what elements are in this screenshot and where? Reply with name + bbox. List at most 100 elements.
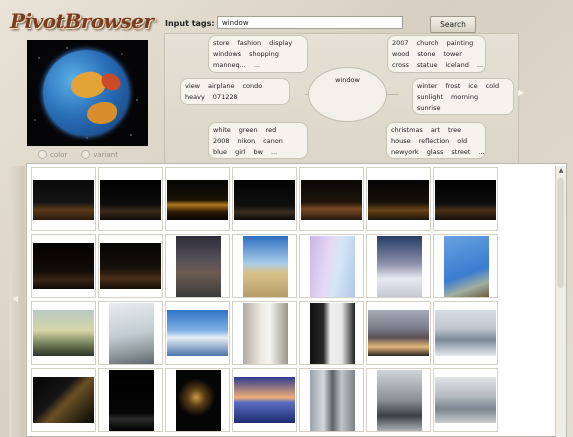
search-button[interactable]: Search bbox=[430, 16, 476, 33]
tag-link[interactable]: white bbox=[213, 126, 231, 134]
tag-link[interactable]: church bbox=[417, 39, 439, 47]
tag-link[interactable]: old bbox=[457, 137, 467, 145]
tag-link[interactable]: fashion bbox=[237, 39, 261, 47]
tag-link[interactable]: reflection bbox=[419, 137, 450, 145]
tags-input[interactable] bbox=[217, 16, 403, 29]
grid-thumbnail[interactable] bbox=[299, 301, 364, 365]
tag-group-top-left: store fashion display windows shopping manneq… bbox=[208, 35, 308, 73]
grid-thumbnail[interactable] bbox=[366, 234, 431, 298]
tag-link[interactable]: painting bbox=[447, 39, 474, 47]
tag-link[interactable]: manneq... bbox=[213, 61, 246, 69]
grid-thumbnail[interactable] bbox=[366, 301, 431, 365]
preview-image[interactable] bbox=[27, 40, 148, 146]
grid-thumbnail[interactable] bbox=[232, 368, 297, 432]
grid-thumbnail[interactable] bbox=[299, 234, 364, 298]
grid-thumbnail[interactable] bbox=[31, 167, 96, 231]
tag-link[interactable]: red bbox=[266, 126, 277, 134]
tag-link[interactable]: 2008 bbox=[213, 137, 230, 145]
tag-link[interactable]: sunrise bbox=[417, 104, 441, 112]
grid-thumbnail[interactable] bbox=[98, 167, 163, 231]
grid-thumbnail[interactable] bbox=[433, 234, 498, 298]
tag-link[interactable]: canon bbox=[263, 137, 283, 145]
tag-link[interactable]: heavy bbox=[185, 93, 205, 101]
grid-thumbnail[interactable] bbox=[31, 301, 96, 365]
tag-link[interactable]: green bbox=[239, 126, 258, 134]
tag-link[interactable]: tower bbox=[443, 50, 462, 58]
tag-link[interactable]: store bbox=[213, 39, 229, 47]
tag-link[interactable]: condo bbox=[242, 82, 262, 90]
grid-thumbnail[interactable] bbox=[433, 301, 498, 365]
globe-image bbox=[43, 50, 129, 136]
grid-thumbnail[interactable] bbox=[165, 167, 230, 231]
tag-link[interactable]: newyork bbox=[391, 148, 419, 156]
radio-button[interactable] bbox=[38, 150, 47, 159]
grid-thumbnail[interactable] bbox=[232, 234, 297, 298]
grid-thumbnail[interactable] bbox=[98, 368, 163, 432]
tag-link[interactable]: display bbox=[269, 39, 292, 47]
tag-link[interactable]: bw bbox=[253, 148, 262, 156]
tag-link[interactable]: nikon bbox=[238, 137, 256, 145]
tag-link[interactable]: view bbox=[185, 82, 200, 90]
tag-row: sunlight morning bbox=[417, 92, 509, 103]
grid-thumbnail[interactable] bbox=[165, 301, 230, 365]
tag-link[interactable]: tree bbox=[448, 126, 461, 134]
thumbnail-image bbox=[109, 303, 154, 364]
tag-group-bottom-left: white green red 2008 nikon canon blue girl bw... bbox=[208, 122, 308, 159]
grid-thumbnail[interactable] bbox=[31, 368, 96, 432]
grid-thumbnail[interactable] bbox=[165, 368, 230, 432]
scroll-up-icon[interactable]: ▲ bbox=[556, 166, 566, 175]
tag-link[interactable]: art bbox=[431, 126, 440, 134]
grid-thumbnail[interactable] bbox=[366, 368, 431, 432]
tag-link[interactable]: ... bbox=[254, 61, 260, 69]
radio-button[interactable] bbox=[81, 150, 91, 159]
grid-thumbnail[interactable] bbox=[299, 167, 364, 231]
grid-scrollbar[interactable]: ▲ bbox=[555, 166, 566, 437]
thumbnail-image bbox=[310, 370, 355, 431]
radio-variant[interactable]: variant bbox=[81, 150, 118, 159]
tag-link[interactable]: morning bbox=[451, 93, 478, 101]
thumbnail-image bbox=[368, 180, 429, 220]
scroll-thumb[interactable] bbox=[557, 178, 564, 288]
grid-thumbnail[interactable] bbox=[165, 234, 230, 298]
tag-link[interactable]: windows bbox=[213, 50, 241, 58]
tag-link[interactable]: christmas bbox=[391, 126, 423, 134]
tag-link[interactable]: ice bbox=[468, 82, 477, 90]
tag-link[interactable]: glass bbox=[427, 148, 444, 156]
tag-link[interactable]: wood bbox=[392, 50, 409, 58]
tag-link[interactable]: ... bbox=[477, 61, 483, 69]
tag-link[interactable]: stone bbox=[417, 50, 435, 58]
thumbnail-image bbox=[301, 180, 362, 220]
radio-color[interactable]: color bbox=[38, 150, 67, 159]
tag-link[interactable]: statue bbox=[417, 61, 438, 69]
tag-link[interactable]: girl bbox=[235, 148, 245, 156]
center-tag[interactable]: window bbox=[308, 67, 387, 122]
grid-thumbnail[interactable] bbox=[433, 167, 498, 231]
grid-thumbnail[interactable] bbox=[299, 368, 364, 432]
tag-link[interactable]: 071228 bbox=[213, 93, 238, 101]
grid-thumbnail[interactable] bbox=[98, 301, 163, 365]
tag-link[interactable]: frost bbox=[445, 82, 460, 90]
tag-link[interactable]: blue bbox=[213, 148, 227, 156]
tag-link[interactable]: sunlight bbox=[417, 93, 443, 101]
grid-thumbnail[interactable] bbox=[433, 368, 498, 432]
tag-link[interactable]: street bbox=[451, 148, 470, 156]
tag-group-top-right: 2007 church painting wood stone tower cross sta… bbox=[387, 35, 486, 73]
tag-link[interactable]: ... bbox=[478, 148, 484, 156]
tag-link[interactable]: cross bbox=[392, 61, 409, 69]
app-logo: PivotBrowser bbox=[10, 9, 154, 33]
tag-link[interactable]: iceland bbox=[445, 61, 468, 69]
tag-link[interactable]: ... bbox=[271, 148, 277, 156]
grid-thumbnail[interactable] bbox=[31, 234, 96, 298]
tag-link[interactable]: house bbox=[391, 137, 411, 145]
grid-thumbnail[interactable] bbox=[366, 167, 431, 231]
tag-link[interactable]: shopping bbox=[249, 50, 279, 58]
grid-thumbnail[interactable] bbox=[98, 234, 163, 298]
grid-thumbnail[interactable] bbox=[232, 167, 297, 231]
tag-link[interactable]: airplane bbox=[208, 82, 235, 90]
tag-link[interactable]: cold bbox=[486, 82, 499, 90]
left-arrow-icon[interactable]: ◀ bbox=[12, 294, 18, 303]
tag-link[interactable]: winter bbox=[417, 82, 437, 90]
grid-thumbnail[interactable] bbox=[232, 301, 297, 365]
right-arrow-icon[interactable]: ▶ bbox=[518, 88, 524, 97]
tag-link[interactable]: 2007 bbox=[392, 39, 409, 47]
